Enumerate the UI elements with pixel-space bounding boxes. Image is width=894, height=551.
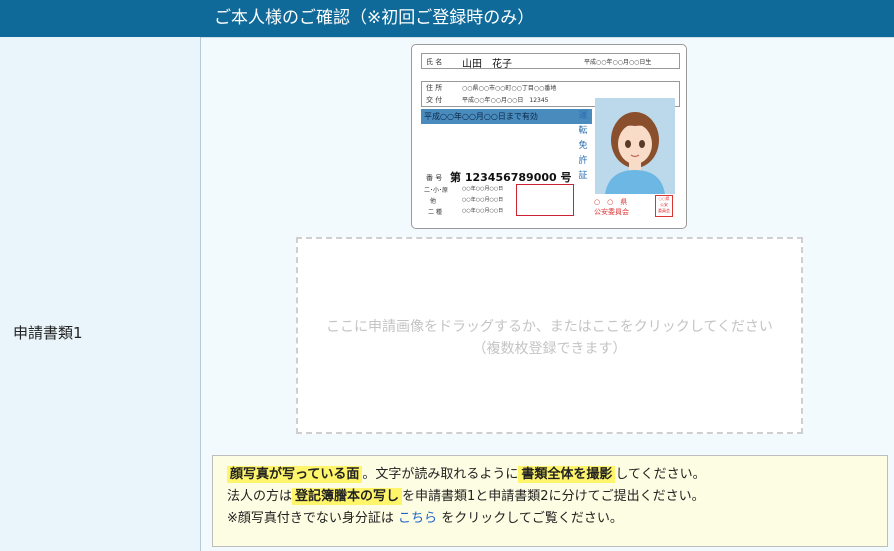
- notice-text: を申請書類1と申請書類2に分けてご提出ください。: [402, 489, 705, 504]
- card-validity: 平成○○年○○月○○日まで有効: [421, 109, 592, 124]
- notice-text: ※顔写真付きでない身分証は: [227, 511, 394, 526]
- section-header: ご本人様のご確認（※初回ご登録時のみ）: [201, 0, 894, 37]
- card-license-class-grid: [516, 184, 574, 216]
- notice-text: 法人の方は: [227, 489, 293, 504]
- card-number-value: 第 123456789000 号: [450, 171, 572, 184]
- notice-text: をクリックしてご覧ください。: [441, 511, 623, 526]
- row-label: 申請書類1: [13, 324, 83, 342]
- card-number-label: 番 号: [426, 174, 443, 182]
- card-seal: ○○県 公安 委員会: [655, 195, 673, 217]
- card-address-value: ○○県○○市○○町○○丁目○○番地: [462, 85, 557, 92]
- card-address-label: 住 所: [426, 84, 443, 92]
- card-authority: ○ ○ 県 公安委員会: [594, 198, 629, 216]
- dropzone-instruction: ここに申請画像をドラッグするか、またはここをクリックしてください: [326, 319, 773, 335]
- card-vertical-title: 運 転 免 許 証: [578, 111, 588, 181]
- card-name-value: 山田 花子: [462, 59, 512, 70]
- notice-line-3: ※顔写真付きでない身分証は こちら をクリックしてご覧ください。: [227, 509, 623, 529]
- card-name-label: 氏 名: [426, 58, 443, 66]
- non-photo-id-link[interactable]: こちら: [398, 511, 437, 526]
- highlight-text: 登記簿謄本の写し: [292, 488, 403, 505]
- card-class-row: 二･小･原: [424, 187, 449, 194]
- card-class-row: 他: [430, 198, 437, 205]
- card-issue-label: 交 付: [426, 96, 443, 104]
- notice-line-2: 法人の方は 登記簿謄本の写し を申請書類1と申請書類2に分けてご提出ください。: [227, 487, 705, 507]
- dropzone-subtext: （複数枚登録できます）: [472, 341, 627, 357]
- highlight-text: 書類全体を撮影: [518, 466, 616, 483]
- notice-text: してください。: [615, 467, 706, 482]
- notice-box: 顔写真が写っている面 。文字が読み取れるように 書類全体を撮影 してください。 法人の…: [212, 455, 888, 547]
- card-class-date: ○○年○○月○○日: [462, 186, 504, 192]
- sample-id-card: 氏 名 山田 花子 平成○○年○○月○○日生 住 所 ○○県○○市○○町○○丁目…: [411, 44, 687, 229]
- card-portrait-image: [595, 98, 675, 194]
- notice-line-1: 顔写真が写っている面 。文字が読み取れるように 書類全体を撮影 してください。: [227, 465, 706, 485]
- card-birth: 平成○○年○○月○○日生: [584, 59, 652, 66]
- card-issue-value: 平成○○年○○月○○日 12345: [462, 97, 549, 104]
- upload-dropzone[interactable]: ここに申請画像をドラッグするか、またはここをクリックしてください （複数枚登録で…: [296, 237, 803, 434]
- card-class-date: ○○年○○月○○日: [462, 197, 504, 203]
- header-left-band: [0, 0, 201, 37]
- card-class-date: ○○年○○月○○日: [462, 208, 504, 214]
- row-label-cell: 申請書類1: [0, 37, 201, 551]
- notice-text: 。文字が読み取れるように: [362, 467, 519, 482]
- card-class-row: 二 種: [428, 209, 442, 216]
- highlight-text: 顔写真が写っている面: [227, 466, 363, 483]
